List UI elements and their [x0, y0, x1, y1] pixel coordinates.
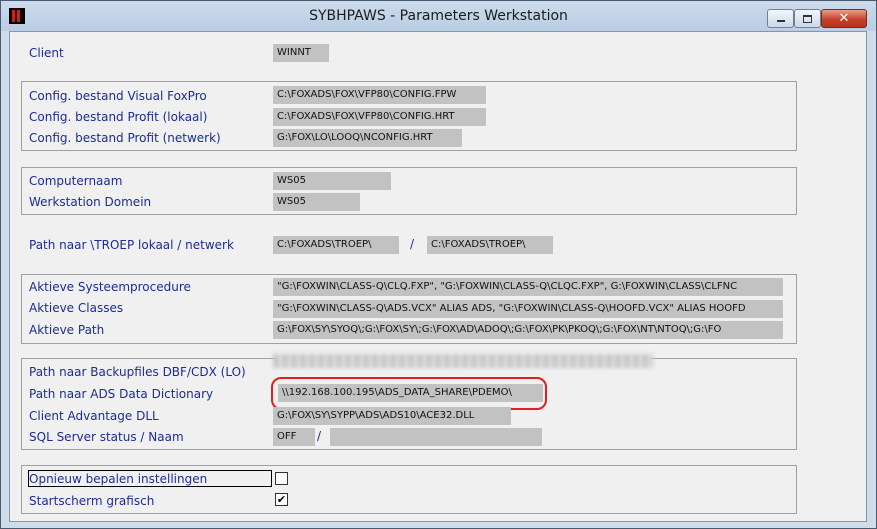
- active-classes-label: Aktieve Classes: [29, 301, 124, 315]
- sql-server-label: SQL Server status / Naam: [29, 430, 184, 444]
- sql-status-field[interactable]: OFF: [273, 428, 315, 446]
- redetermine-label: Opnieuw bepalen instellingen: [29, 472, 208, 486]
- workstation-domain-field[interactable]: WS05: [273, 193, 360, 211]
- troep-label: Path naar \TROEP lokaal / netwerk: [29, 238, 234, 252]
- workstation-domain-label: Werkstation Domein: [29, 195, 152, 209]
- backup-path-label: Path naar Backupfiles DBF/CDX (LO): [29, 365, 246, 379]
- maximize-button[interactable]: [794, 9, 821, 28]
- computer-name-field[interactable]: WS05: [273, 172, 391, 190]
- config-profit-local-field[interactable]: C:\FOXADS\FOX\VFP80\CONFIG.HRT: [273, 108, 486, 126]
- minimize-button[interactable]: [767, 9, 794, 28]
- client-dll-field[interactable]: G:\FOX\SY\SYPP\ADS\ADS10\ACE32.DLL: [273, 407, 511, 425]
- config-vfp-field[interactable]: C:\FOXADS\FOX\VFP80\CONFIG.FPW: [273, 86, 486, 104]
- active-classes-field[interactable]: "G:\FOXWIN\CLASS-Q\ADS.VCX" ALIAS ADS, "…: [273, 300, 783, 318]
- ads-dictionary-label: Path naar ADS Data Dictionary: [29, 387, 214, 401]
- config-vfp-label: Config. bestand Visual FoxPro: [29, 89, 207, 103]
- active-path-field[interactable]: G:\FOX\SY\SYOQ\;G:\FOX\SY\;G:\FOX\AD\ADO…: [273, 321, 783, 339]
- client-dll-label: Client Advantage DLL: [29, 409, 159, 423]
- config-profit-net-label: Config. bestand Profit (netwerk): [29, 131, 221, 145]
- maximize-icon: [803, 14, 812, 23]
- startscreen-label: Startscherm grafisch: [29, 494, 155, 508]
- sql-separator: /: [317, 429, 322, 443]
- computer-name-label: Computernaam: [29, 174, 123, 188]
- troep-local-field[interactable]: C:\FOXADS\TROEP\: [273, 236, 399, 254]
- client-label: Client: [29, 46, 64, 60]
- title-bar[interactable]: SYBHPAWS - Parameters Werkstation ✕: [1, 1, 876, 31]
- active-path-label: Aktieve Path: [29, 323, 105, 337]
- parameters-window: SYBHPAWS - Parameters Werkstation ✕ Clie…: [0, 0, 877, 529]
- troep-network-field[interactable]: C:\FOXADS\TROEP\: [427, 236, 553, 254]
- highlight-outline: [271, 377, 547, 410]
- config-profit-net-field[interactable]: G:\FOX\LO\LOOQ\NCONFIG.HRT: [273, 129, 462, 147]
- sql-name-field[interactable]: [330, 428, 542, 446]
- form-area: Client WINNT Config. bestand Visual FoxP…: [9, 31, 867, 522]
- close-button[interactable]: ✕: [821, 9, 867, 28]
- troep-separator: /: [410, 237, 415, 251]
- config-profit-local-label: Config. bestand Profit (lokaal): [29, 110, 208, 124]
- backup-path-field[interactable]: [273, 354, 653, 368]
- redetermine-checkbox[interactable]: [275, 472, 288, 485]
- active-proc-field[interactable]: "G:\FOXWIN\CLASS-Q\CLQ.FXP", "G:\FOXWIN\…: [273, 278, 783, 296]
- startscreen-checkbox[interactable]: ✔: [275, 493, 288, 506]
- window-title: SYBHPAWS - Parameters Werkstation: [309, 8, 568, 24]
- active-proc-label: Aktieve Systeemprocedure: [29, 280, 191, 294]
- client-field[interactable]: WINNT: [273, 44, 329, 62]
- minimize-icon: [776, 20, 785, 22]
